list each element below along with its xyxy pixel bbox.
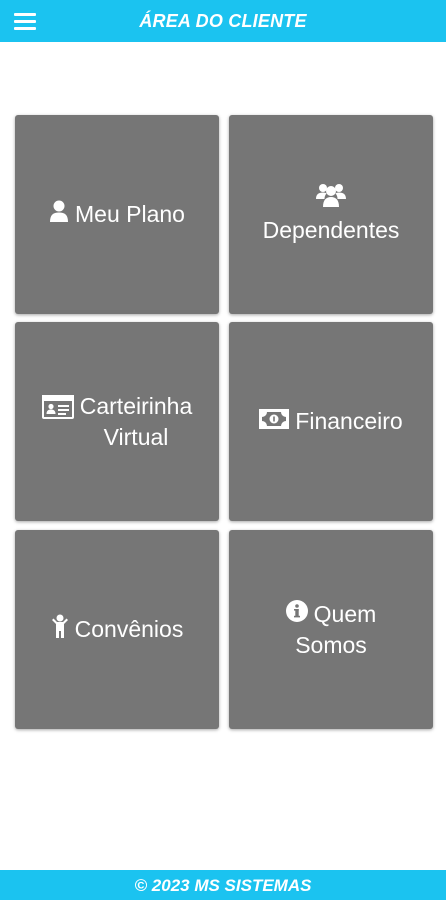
user-icon (49, 199, 69, 230)
hamburger-menu-icon[interactable] (10, 9, 40, 33)
top-app-bar: ÁREA DO CLIENTE (0, 0, 446, 42)
dependentes-button[interactable]: Dependentes (229, 115, 433, 314)
financeiro-label: Financeiro (295, 408, 403, 434)
quem-somos-label-line2: Somos (295, 631, 367, 658)
child-icon (51, 614, 69, 646)
page-title: ÁREA DO CLIENTE (139, 11, 307, 31)
convenios-button[interactable]: Convênios (15, 530, 219, 729)
footer-copyright: © 2023 MS SISTEMAS (0, 870, 446, 900)
quem-somos-button[interactable]: Quem Somos (229, 530, 433, 729)
quem-somos-label-line1: Quem (313, 600, 377, 627)
financeiro-button[interactable]: Financeiro (229, 322, 433, 521)
carteirinha-virtual-button[interactable]: Carteirinha Virtual (15, 322, 219, 521)
convenios-label: Convênios (74, 616, 184, 642)
meu-plano-label: Meu Plano (75, 201, 185, 227)
carteirinha-label-line1: Carteirinha (79, 392, 193, 419)
info-circle-icon (285, 599, 308, 630)
meu-plano-button[interactable]: Meu Plano (15, 115, 219, 314)
dependentes-label: Dependentes (262, 217, 400, 243)
app-screen: ÁREA DO CLIENTE Meu Plano Dependentes Ca… (0, 0, 446, 900)
money-bill-icon (259, 406, 290, 437)
id-card-icon (41, 394, 74, 427)
carteirinha-label-line2: Virtual (103, 423, 169, 450)
users-group-icon (316, 183, 346, 215)
